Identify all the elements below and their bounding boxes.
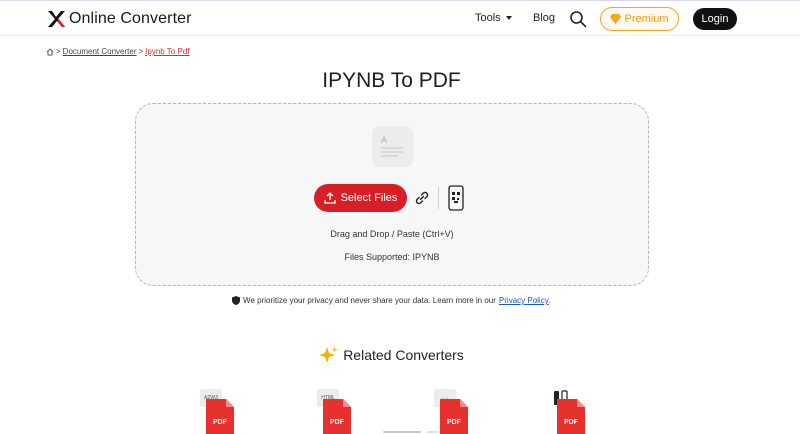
logo-text: Online Converter [69, 10, 192, 27]
related-converter-azw3-to-pdf[interactable]: AZW3 PDF [198, 388, 238, 434]
carousel-indicator[interactable] [427, 431, 439, 433]
shield-icon [232, 296, 241, 305]
target-format-label: PDF [564, 419, 578, 426]
privacy-notice: We prioritize your privacy and never sha… [0, 296, 783, 305]
nav-tools-label: Tools [475, 12, 501, 24]
target-format-label: PDF [447, 419, 461, 426]
related-converter-split-to-pdf[interactable]: PDF [549, 388, 589, 434]
file-drop-zone[interactable]: A Select Files Drag and Drop / Paste (Ct… [135, 103, 649, 286]
pdf-file-icon [323, 399, 351, 434]
nav-tools-menu[interactable]: Tools [475, 12, 512, 24]
related-converters-title: Related Converters [343, 347, 464, 363]
home-icon[interactable] [46, 47, 54, 56]
related-converter-html-to-pdf[interactable]: HTML PDF [315, 388, 355, 434]
breadcrumb-document-converter[interactable]: Document Converter [63, 47, 137, 56]
diamond-icon [610, 14, 622, 24]
breadcrumb-separator: > [138, 47, 144, 56]
premium-button[interactable]: Premium [600, 7, 679, 31]
select-files-label: Select Files [340, 192, 398, 204]
related-converter-merge-to-pdf[interactable]: →← PDF [432, 388, 472, 434]
privacy-text: We prioritize your privacy and never sha… [243, 296, 496, 305]
nav-blog-link[interactable]: Blog [533, 12, 555, 24]
pdf-file-icon [206, 399, 234, 434]
target-format-label: PDF [213, 419, 227, 426]
related-converters-heading: Related Converters [0, 345, 783, 365]
search-icon[interactable] [569, 10, 587, 28]
pdf-file-icon [557, 399, 585, 434]
logo-icon [48, 11, 65, 27]
divider [438, 187, 439, 209]
link-icon[interactable] [413, 189, 431, 207]
upload-icon [323, 192, 336, 204]
login-button[interactable]: Login [693, 8, 737, 30]
pdf-file-icon [440, 399, 468, 434]
privacy-policy-link[interactable]: Privacy Policy [499, 296, 549, 305]
sparkle-icon [319, 346, 339, 363]
premium-label: Premium [624, 13, 669, 25]
svg-text:A: A [381, 135, 387, 145]
privacy-period: . [548, 296, 551, 305]
page-title: IPYNB To PDF [322, 69, 461, 92]
drag-drop-hint: Drag and Drop / Paste (Ctrl+V) [330, 229, 454, 239]
site-header: Online Converter Tools Blog Premium Logi… [0, 1, 800, 36]
breadcrumb: > Document Converter > Ipynb To Pdf [46, 47, 189, 56]
breadcrumb-separator: > [56, 47, 61, 56]
chevron-down-icon [505, 16, 512, 20]
select-files-button[interactable]: Select Files [314, 184, 407, 212]
supported-formats: Files Supported: IPYNB [344, 252, 440, 262]
site-logo[interactable]: Online Converter [46, 9, 192, 29]
target-format-label: PDF [330, 419, 344, 426]
qr-phone-icon[interactable] [448, 185, 464, 211]
breadcrumb-current[interactable]: Ipynb To Pdf [145, 47, 189, 56]
carousel-indicator[interactable] [383, 431, 421, 433]
file-icon: A [372, 126, 413, 167]
